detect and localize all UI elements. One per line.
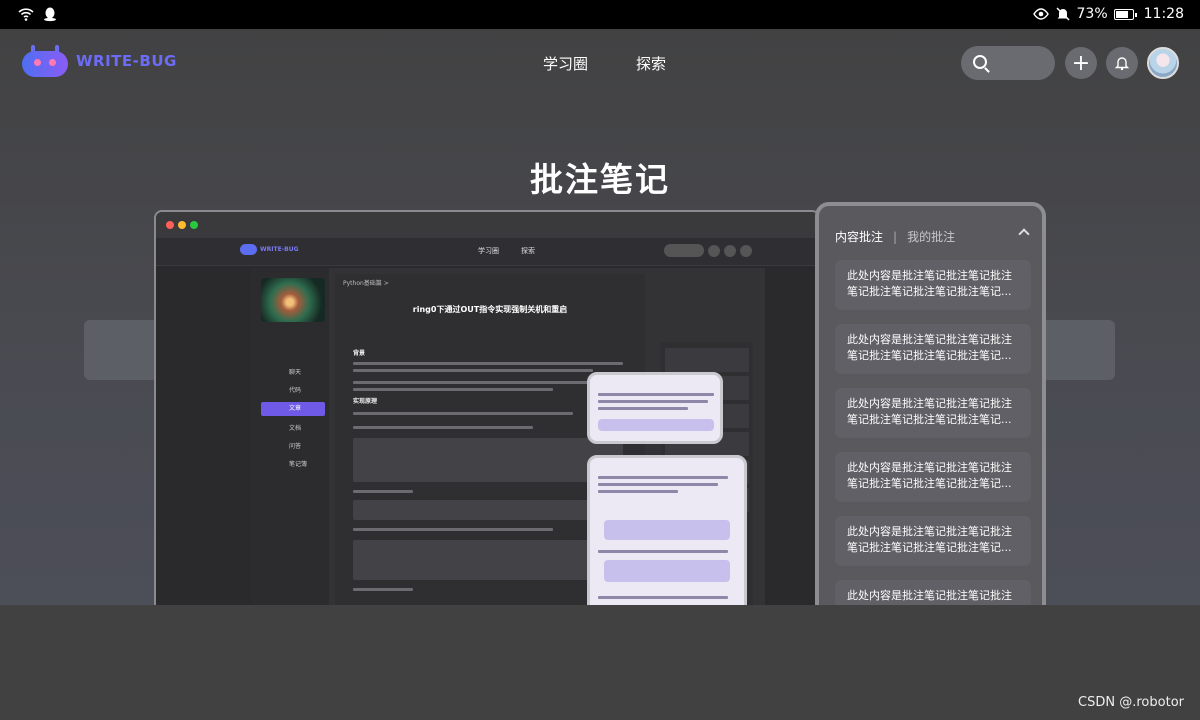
mock-nav-link: 学习圈	[478, 247, 499, 255]
annotation-note[interactable]: 此处内容是批注笔记批注笔记批注笔记批注笔记批注笔记批注笔记...	[835, 260, 1031, 310]
chevron-up-icon[interactable]	[1018, 228, 1030, 240]
mock-side-item: 问答	[289, 443, 302, 450]
nav-link-explore[interactable]: 探索	[636, 53, 666, 74]
mock-breadcrumb: Python基础篇 >	[343, 280, 389, 287]
avatar[interactable]	[1147, 47, 1179, 79]
mock-article-meta	[343, 326, 639, 334]
annotation-note[interactable]: 此处内容是批注笔记批注笔记批注笔记批注笔记批注笔记批注笔记...	[835, 452, 1031, 502]
plus-icon: +	[1071, 50, 1091, 76]
qq-icon	[44, 7, 56, 22]
tab-content-annotations[interactable]: 内容批注	[835, 228, 883, 245]
tab-my-annotations[interactable]: 我的批注	[907, 228, 955, 245]
close-dot	[166, 221, 174, 229]
minimize-dot	[178, 221, 186, 229]
mock-code-block	[353, 438, 623, 482]
mock-side-item-active: 文章	[261, 402, 325, 416]
product-preview-window: WRITE-BUG 学习圈 探索 聊天 代码 文章 文档 问答 笔记簿 Pyth…	[154, 210, 820, 605]
eye-icon	[1032, 8, 1049, 20]
mock-code-block	[353, 500, 623, 520]
annotation-note[interactable]: 此处内容是批注笔记批注笔记批注笔记批注笔记批注笔记批注笔记...	[835, 388, 1031, 438]
annotation-note[interactable]: 此处内容是批注笔记批注笔记批注笔记批注笔记批注笔记批注笔记...	[835, 324, 1031, 374]
mock-comment-thread	[587, 455, 747, 605]
mute-bell-icon	[1055, 7, 1070, 21]
search-icon	[973, 55, 987, 69]
watermark: CSDN @.robotor	[1078, 695, 1184, 710]
mock-section-heading: 背景	[353, 350, 366, 357]
mock-sidebar: 聊天 代码 文章 文档 问答 笔记簿	[251, 268, 329, 605]
mock-section-heading: 实现原理	[353, 398, 378, 405]
mock-code-block	[353, 540, 623, 580]
annotation-panel: 内容批注 | 我的批注 此处内容是批注笔记批注笔记批注笔记批注笔记批注笔记批注笔…	[815, 202, 1046, 605]
landing-page: WRITE-BUG 学习圈 探索 + 批注笔记 WRITE-BUG 学习圈 探索	[0, 29, 1200, 605]
mock-article-title: ring0下通过OUT指令实现强制关机和重启	[412, 305, 568, 314]
top-navigation: WRITE-BUG 学习圈 探索 +	[0, 29, 1200, 97]
annotation-note[interactable]: 此处内容是批注笔记批注笔记批注笔记批注笔记批注笔记批注笔记...	[835, 516, 1031, 566]
add-button[interactable]: +	[1065, 47, 1097, 79]
mock-navigation: WRITE-BUG 学习圈 探索	[156, 238, 818, 266]
bottom-area	[0, 605, 1200, 720]
mock-nav-link: 探索	[521, 247, 535, 255]
mock-side-item: 聊天	[289, 369, 302, 376]
battery-icon	[1113, 8, 1137, 20]
window-titlebar	[156, 212, 818, 238]
robot-logo-icon	[22, 45, 68, 77]
mock-brand: WRITE-BUG	[240, 244, 299, 255]
system-status-bar: 73% 11:28	[0, 0, 1200, 29]
brand-logo[interactable]: WRITE-BUG	[22, 45, 177, 77]
hero-title: 批注笔记	[530, 160, 670, 199]
mock-side-item: 笔记簿	[289, 461, 308, 468]
search-button[interactable]	[961, 46, 1055, 80]
brand-name: WRITE-BUG	[76, 52, 177, 70]
clock: 11:28	[1143, 6, 1184, 22]
nav-link-study-circle[interactable]: 学习圈	[543, 53, 588, 74]
annotation-note[interactable]: 此处内容是批注笔记批注笔记批注笔记批注笔记批注笔记批注笔记...	[835, 580, 1031, 605]
bell-icon	[1114, 57, 1130, 71]
mock-toolbar	[664, 244, 752, 257]
battery-percent: 73%	[1076, 6, 1108, 22]
mock-comment-card	[587, 372, 723, 444]
mock-side-item: 代码	[289, 387, 302, 394]
tab-separator: |	[893, 229, 898, 244]
maximize-dot	[190, 221, 198, 229]
wifi-icon	[18, 8, 34, 21]
notification-button[interactable]	[1106, 47, 1138, 79]
mock-side-item: 文档	[289, 425, 302, 432]
mock-cover-image	[261, 278, 325, 322]
